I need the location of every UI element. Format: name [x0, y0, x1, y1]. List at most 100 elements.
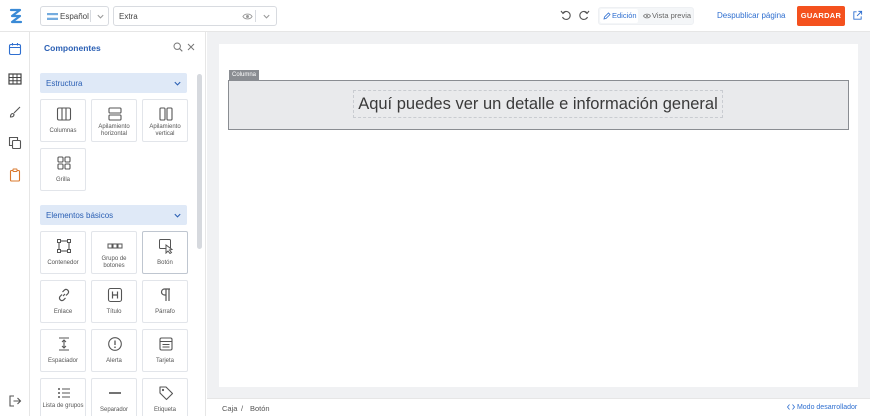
pencil-icon — [603, 12, 611, 20]
component-tile-alert[interactable]: Alerta — [91, 329, 137, 372]
separator-icon — [109, 392, 121, 394]
container-icon — [57, 239, 71, 253]
save-button[interactable]: GUARDAR — [797, 6, 845, 26]
component-tile-columns[interactable]: Columnas — [40, 99, 86, 142]
component-tile-title[interactable]: Título — [91, 280, 137, 323]
editor-canvas: Columna Aquí puedes ver un detalle e inf… — [207, 32, 870, 398]
tile-label: Grupo de botones — [101, 256, 127, 269]
flag-icon — [47, 13, 58, 20]
brush-icon[interactable] — [8, 105, 22, 119]
code-icon — [786, 404, 796, 410]
cursor-click-icon — [159, 239, 174, 254]
panel-scrollbar[interactable] — [197, 74, 202, 249]
copy-icon[interactable] — [8, 136, 22, 150]
section-label: Elementos básicos — [46, 211, 114, 220]
component-tile-button[interactable]: Botón — [142, 231, 188, 274]
page-heading[interactable]: Aquí puedes ver un detalle e información… — [354, 95, 722, 114]
component-tile-group-list[interactable]: Lista de grupos — [40, 378, 86, 416]
panel-title: Componentes — [44, 43, 101, 53]
tile-label: Enlace — [53, 309, 73, 315]
section-structure-header[interactable]: Estructura — [40, 73, 187, 93]
column-block[interactable]: Aquí puedes ver un detalle e información… — [228, 80, 849, 130]
component-tile-link[interactable]: Enlace — [40, 280, 86, 323]
page-select-value: Extra — [119, 12, 138, 21]
redo-icon[interactable] — [578, 9, 590, 21]
tag-icon — [159, 386, 174, 401]
dev-mode-toggle[interactable]: Modo desarrollador — [786, 404, 858, 411]
undo-icon[interactable] — [560, 9, 572, 21]
dev-mode-label: Modo desarrollador — [796, 404, 858, 411]
language-select[interactable]: Español — [40, 6, 109, 26]
tile-label: Apilamiento horizontal — [98, 124, 130, 137]
eye-icon — [643, 13, 651, 19]
tile-label: Espaciador — [47, 358, 79, 364]
chevron-down-icon[interactable] — [262, 12, 271, 21]
tile-label: Separador — [99, 407, 129, 413]
section-label: Estructura — [46, 79, 83, 88]
chevron-down-icon[interactable] — [96, 12, 105, 21]
tile-label: Botón — [157, 260, 173, 266]
search-icon[interactable] — [173, 42, 183, 52]
breadcrumb-separator: / — [241, 404, 244, 413]
column-tag[interactable]: Columna — [229, 70, 260, 80]
heading-icon — [107, 287, 123, 303]
tile-label: Tarjeta — [155, 358, 174, 364]
component-tile-paragraph[interactable]: Párrafo — [142, 280, 188, 323]
link-icon — [58, 288, 70, 302]
edit-mode-label: Edición — [612, 11, 637, 20]
breadcrumb-item-button[interactable]: Botón — [250, 404, 270, 413]
tile-label: Apilamiento vertical — [149, 124, 181, 137]
card-icon — [159, 337, 173, 351]
eye-icon[interactable] — [242, 11, 253, 22]
alert-icon — [108, 337, 122, 351]
component-tile-separator[interactable]: Separador — [91, 378, 137, 416]
tile-label: Alerta — [106, 358, 122, 364]
clipboard-icon[interactable] — [8, 168, 22, 182]
page-select[interactable]: Extra — [113, 6, 277, 26]
component-tile-vstack[interactable]: Apilamiento vertical — [142, 99, 188, 142]
tile-label: Columnas — [49, 128, 77, 134]
page-canvas[interactable]: Columna Aquí puedes ver un detalle e inf… — [219, 44, 858, 387]
select-divider — [90, 10, 91, 22]
component-tile-spacer[interactable]: Espaciador — [40, 329, 86, 372]
heading-block[interactable]: Aquí puedes ver un detalle e información… — [353, 90, 723, 118]
language-value: Español — [60, 12, 89, 21]
spacer-icon — [59, 337, 69, 351]
vertical-stack-icon — [159, 107, 173, 121]
horizontal-stack-icon — [108, 107, 122, 121]
list-icon — [58, 388, 70, 398]
tile-label: Párrafo — [155, 309, 175, 315]
table-icon[interactable] — [8, 72, 22, 86]
section-basic-elements-header[interactable]: Elementos básicos — [40, 205, 187, 225]
tile-label: Etiqueta — [153, 407, 177, 413]
bottom-bar: Caja / Botón Modo desarrollador — [207, 398, 870, 416]
close-icon[interactable] — [187, 43, 195, 51]
mode-toggle: Edición Vista previa — [598, 7, 694, 25]
component-tile-container[interactable]: Contenedor — [40, 231, 86, 274]
edit-mode-button[interactable]: Edición — [600, 9, 638, 23]
button-group-icon — [107, 243, 123, 249]
component-tile-tag[interactable]: Etiqueta — [142, 378, 188, 416]
left-rail — [0, 32, 30, 416]
chevron-down-icon — [174, 213, 181, 218]
paragraph-icon — [160, 288, 170, 301]
components-panel: Componentes Estructura Columnas Apilamie… — [31, 32, 206, 416]
tile-label: Lista de grupos — [42, 403, 84, 409]
tile-label: Contenedor — [47, 260, 79, 266]
logout-icon[interactable] — [8, 394, 22, 408]
component-tile-grid[interactable]: Grilla — [40, 148, 86, 191]
external-link-icon[interactable] — [852, 10, 863, 21]
preview-mode-button[interactable]: Vista previa — [640, 9, 694, 23]
preview-mode-label: Vista previa — [652, 11, 692, 20]
component-tile-hstack[interactable]: Apilamiento horizontal — [91, 99, 137, 142]
columns-icon — [56, 107, 72, 121]
breadcrumb-item-box[interactable]: Caja — [222, 404, 237, 413]
component-tile-card[interactable]: Tarjeta — [142, 329, 188, 372]
calendar-icon[interactable] — [8, 42, 22, 56]
unpublish-link[interactable]: Despublicar página — [717, 11, 786, 20]
component-tile-button-group[interactable]: Grupo de botones — [91, 231, 137, 274]
tile-label: Título — [106, 309, 122, 315]
app-logo-icon[interactable] — [6, 6, 26, 26]
select-divider — [255, 10, 256, 22]
grid-icon — [57, 156, 71, 170]
